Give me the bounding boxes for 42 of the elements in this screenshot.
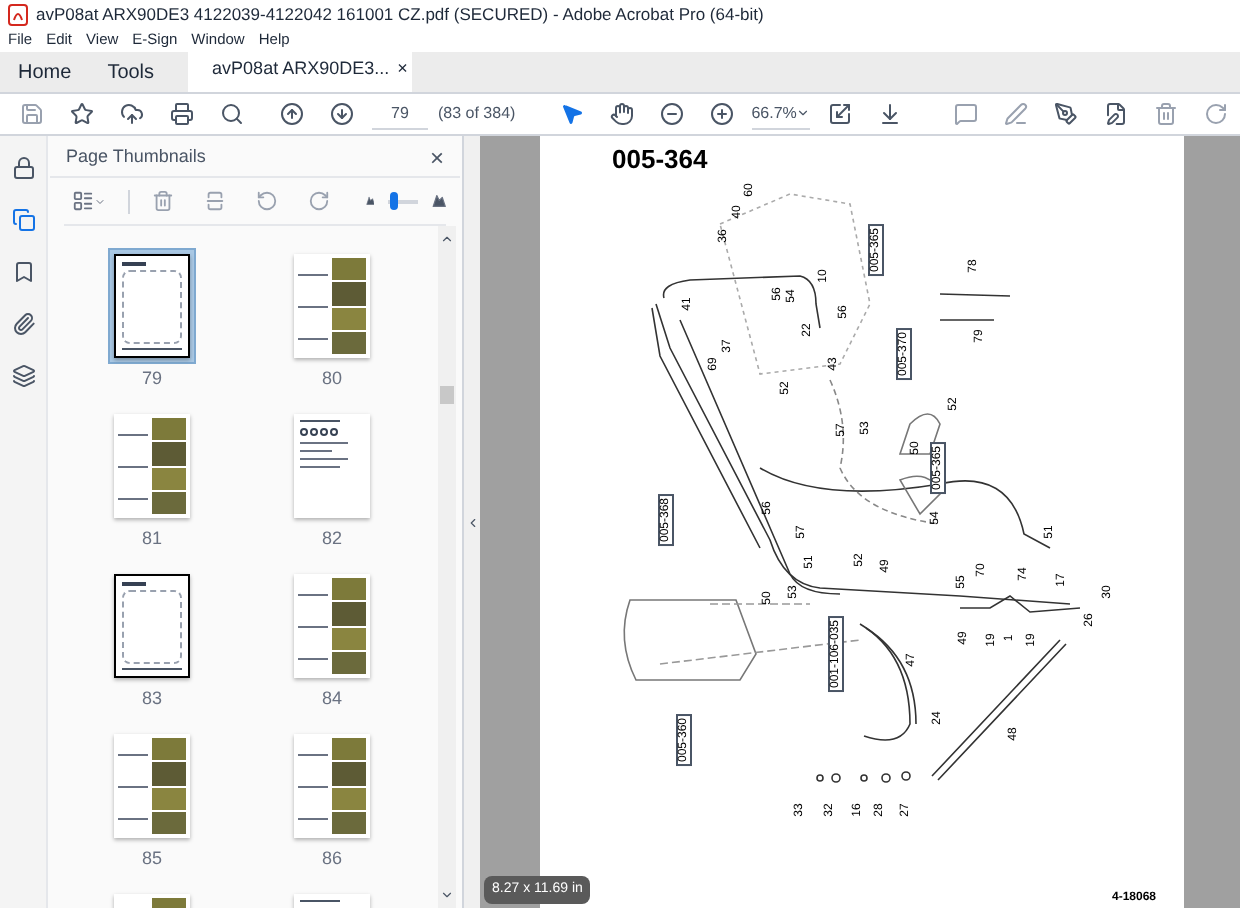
page-number-label: 82: [321, 528, 342, 548]
bookmark-icon[interactable]: [11, 260, 35, 284]
small-thumbnail-icon[interactable]: [365, 194, 375, 208]
scroll-up-icon[interactable]: [440, 232, 454, 246]
zoom-dropdown[interactable]: 66.7%: [751, 99, 811, 129]
lock-icon[interactable]: [11, 156, 35, 180]
page-thumbnail[interactable]: [288, 728, 376, 844]
caret-icon: [796, 106, 811, 120]
slider-thumb[interactable]: [390, 191, 399, 209]
collapse-panel-icon[interactable]: [465, 515, 479, 529]
page-number-label: 86: [321, 848, 342, 868]
scrollbar-thumb[interactable]: [440, 386, 454, 404]
page-count-label: (83 of 384): [438, 102, 516, 126]
pdf-app-icon: [8, 4, 28, 26]
close-tab-button[interactable]: ×: [397, 56, 408, 84]
page-number-label: 79: [141, 368, 162, 388]
page-number-label: 80: [321, 368, 342, 388]
page-number-label: 83: [141, 688, 162, 708]
page-number-label: 85: [141, 848, 162, 868]
page-thumbnail[interactable]: [108, 248, 196, 364]
drawing-heading: 005-364: [612, 142, 708, 178]
page-number-label: 81: [141, 528, 162, 548]
paperclip-icon[interactable]: [11, 312, 35, 336]
page-thumbnail[interactable]: [108, 408, 196, 524]
large-thumbnail-icon[interactable]: [431, 190, 446, 212]
page-thumbnail[interactable]: [108, 728, 196, 844]
close-panel-button[interactable]: ×: [429, 145, 444, 169]
pages-icon[interactable]: [11, 208, 35, 232]
page-thumbnail[interactable]: [288, 568, 376, 684]
layers-icon[interactable]: [11, 364, 35, 388]
scroll-down-icon[interactable]: [440, 888, 454, 902]
window-title: avP08at ARX90DE3 4122039-4122042 161001 CZ.pdf (SECURED) - Adobe Acrobat Pro (64-bit): [36, 6, 764, 24]
page-number-field[interactable]: 79: [372, 99, 428, 129]
scrollbar[interactable]: [438, 226, 456, 908]
page-number-label: 84: [321, 688, 342, 708]
nav-tab[interactable]: Tools: [89, 52, 173, 92]
page-thumbnail[interactable]: [288, 248, 376, 364]
page-thumbnail[interactable]: [108, 568, 196, 684]
page-thumbnail[interactable]: [288, 408, 376, 524]
nav-tab[interactable]: Home: [0, 52, 90, 92]
document-tab[interactable]: avP08at ARX90DE3... ×: [188, 48, 413, 92]
panel-title: Page Thumbnails: [66, 143, 206, 170]
